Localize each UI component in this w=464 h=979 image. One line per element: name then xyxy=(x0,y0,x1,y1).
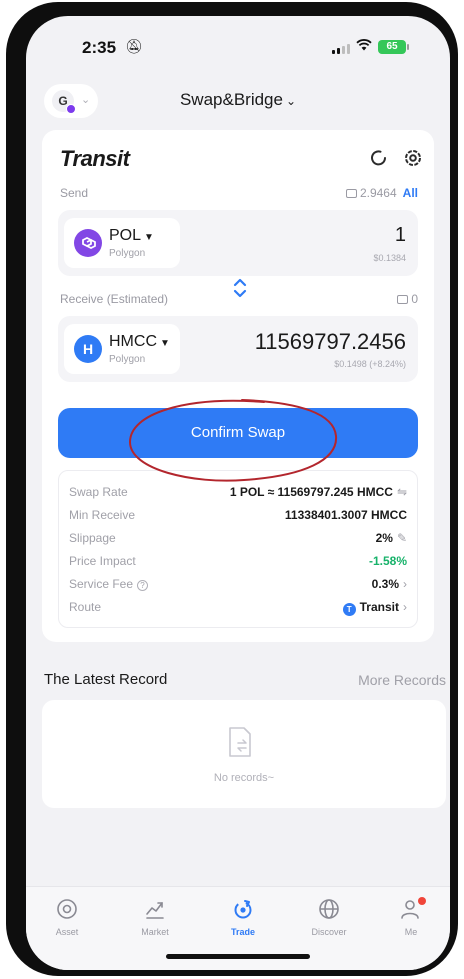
send-token-selector[interactable]: POL ▼ Polygon xyxy=(64,218,180,268)
app-screen: 2:35 🔕︎ 65 G ⌄ Swap&Bridge ⌄ Transit Sen… xyxy=(26,16,450,970)
records-list: No records~ xyxy=(42,700,446,808)
tab-discover[interactable]: Discover xyxy=(294,897,364,945)
asset-icon xyxy=(57,899,77,919)
min-receive-row: Min Receive 11338401.3007 HMCC xyxy=(69,508,407,526)
slippage-text: 2% xyxy=(375,531,393,545)
app-header: G ⌄ Swap&Bridge ⌄ xyxy=(26,82,450,122)
price-impact-value: -1.58% xyxy=(368,554,407,568)
swap-rate-value: 1 POL ≈ 11569797.245 HMCC ⇋ xyxy=(230,485,407,499)
service-fee-label-wrap: Service Fee? xyxy=(69,577,149,591)
receive-balance: 0 xyxy=(397,292,418,306)
route-value: T Transit › xyxy=(342,600,407,616)
tab-label: Trade xyxy=(230,927,255,937)
caret-down-icon: ▼ xyxy=(160,338,170,349)
tab-label: Market xyxy=(141,927,169,937)
hmcc-logo-icon: H xyxy=(74,335,102,363)
send-token-name: POL xyxy=(109,227,142,244)
price-impact-label: Price Impact xyxy=(69,554,136,568)
edit-icon[interactable]: ✎ xyxy=(397,531,407,545)
latest-record-title: The Latest Record xyxy=(44,671,168,688)
chevron-down-icon: ⌄ xyxy=(285,94,297,108)
route-row[interactable]: Route T Transit › xyxy=(69,600,407,618)
chevron-right-icon: › xyxy=(403,600,407,614)
cellular-signal-icon xyxy=(332,44,350,54)
service-fee-text: 0.3% xyxy=(371,577,399,591)
wallet-icon xyxy=(345,189,357,198)
tab-label: Me xyxy=(404,927,418,937)
send-token-symbol: POL ▼ xyxy=(109,227,154,245)
receive-token-box: H HMCC ▼ Polygon 11569797.2456 $0.1498 (+… xyxy=(58,316,418,382)
polygon-logo-icon xyxy=(74,229,102,257)
swap-card: Transit Send 2.9464 All POL ▼ Polygon 1 … xyxy=(42,130,434,642)
receive-amount: 11569797.2456 xyxy=(254,329,406,354)
tab-label: Discover xyxy=(311,927,347,937)
receive-token-symbol: HMCC ▼ xyxy=(109,333,170,351)
use-all-button[interactable]: All xyxy=(403,186,418,200)
send-balance: 2.9464 All xyxy=(345,186,418,200)
receive-label: Receive (Estimated) xyxy=(60,292,169,306)
send-label-row: Send 2.9464 All xyxy=(60,186,418,202)
send-usd-value: $0.1384 xyxy=(373,253,406,263)
service-fee-label: Service Fee xyxy=(69,577,134,591)
swap-rate-label: Swap Rate xyxy=(69,485,128,499)
caret-down-icon: ▼ xyxy=(144,232,154,243)
tab-trade[interactable]: Trade xyxy=(208,897,278,945)
market-icon xyxy=(146,902,164,919)
help-icon[interactable]: ? xyxy=(137,580,149,591)
chevron-right-icon: › xyxy=(403,577,407,591)
swap-details-panel: Swap Rate 1 POL ≈ 11569797.245 HMCC ⇋ Min… xyxy=(58,470,418,628)
slippage-row[interactable]: Slippage 2% ✎ xyxy=(69,531,407,549)
send-token-network: Polygon xyxy=(109,248,146,259)
refresh-icon[interactable] xyxy=(368,147,390,169)
tab-me[interactable]: Me xyxy=(376,897,446,945)
phone-frame: 2:35 🔕︎ 65 G ⌄ Swap&Bridge ⌄ Transit Sen… xyxy=(6,2,458,976)
page-title: Swap&Bridge xyxy=(179,90,283,109)
transit-logo-icon: T xyxy=(342,603,356,616)
swap-arrows-icon[interactable]: ⇋ xyxy=(397,485,407,499)
empty-document-icon xyxy=(229,727,251,757)
min-receive-value: 11338401.3007 HMCC xyxy=(284,508,407,522)
page-title-dropdown[interactable]: Swap&Bridge ⌄ xyxy=(26,90,450,110)
tab-label: Asset xyxy=(55,927,79,937)
min-receive-label: Min Receive xyxy=(69,508,136,522)
battery-indicator: 65 xyxy=(378,40,409,54)
receive-token-selector[interactable]: H HMCC ▼ Polygon xyxy=(64,324,180,374)
wifi-icon xyxy=(356,38,372,55)
gear-icon[interactable] xyxy=(402,147,424,169)
slippage-value: 2% ✎ xyxy=(376,531,407,545)
receive-token-name: HMCC xyxy=(109,333,157,350)
tab-market[interactable]: Market xyxy=(120,897,190,945)
confirm-swap-button[interactable]: Confirm Swap xyxy=(58,408,418,458)
status-time: 2:35 xyxy=(82,38,117,57)
discover-icon xyxy=(319,899,339,919)
route-label: Route xyxy=(69,600,102,614)
slippage-label: Slippage xyxy=(69,531,116,545)
receive-usd-value: $0.1498 (+8.24%) xyxy=(334,359,406,369)
receive-token-network: Polygon xyxy=(109,354,146,365)
route-text: Transit xyxy=(359,600,399,614)
home-indicator xyxy=(166,954,310,959)
send-token-box: POL ▼ Polygon 1 $0.1384 xyxy=(58,210,418,276)
trade-icon xyxy=(234,900,252,919)
tab-asset[interactable]: Asset xyxy=(32,897,102,945)
send-label: Send xyxy=(60,186,89,200)
silent-bell-icon: 🔕︎ xyxy=(125,38,143,54)
service-fee-row[interactable]: Service Fee? 0.3% › xyxy=(69,577,407,595)
notification-dot xyxy=(418,897,426,905)
more-records-link[interactable]: More Records xyxy=(358,672,446,688)
status-bar: 2:35 🔕︎ 65 xyxy=(26,16,450,78)
wallet-icon xyxy=(397,295,409,304)
send-amount-input[interactable]: 1 xyxy=(395,224,406,247)
receive-balance-value: 0 xyxy=(411,292,418,306)
swap-direction-icon[interactable] xyxy=(232,277,248,299)
swap-rate-row: Swap Rate 1 POL ≈ 11569797.245 HMCC ⇋ xyxy=(69,485,407,503)
price-impact-row: Price Impact -1.58% xyxy=(69,554,407,572)
empty-state-text: No records~ xyxy=(213,772,275,784)
swap-rate-text: 1 POL ≈ 11569797.245 HMCC xyxy=(229,485,393,499)
send-balance-value: 2.9464 xyxy=(359,186,397,200)
service-fee-value: 0.3% › xyxy=(372,577,407,591)
provider-brand: Transit xyxy=(60,146,130,171)
